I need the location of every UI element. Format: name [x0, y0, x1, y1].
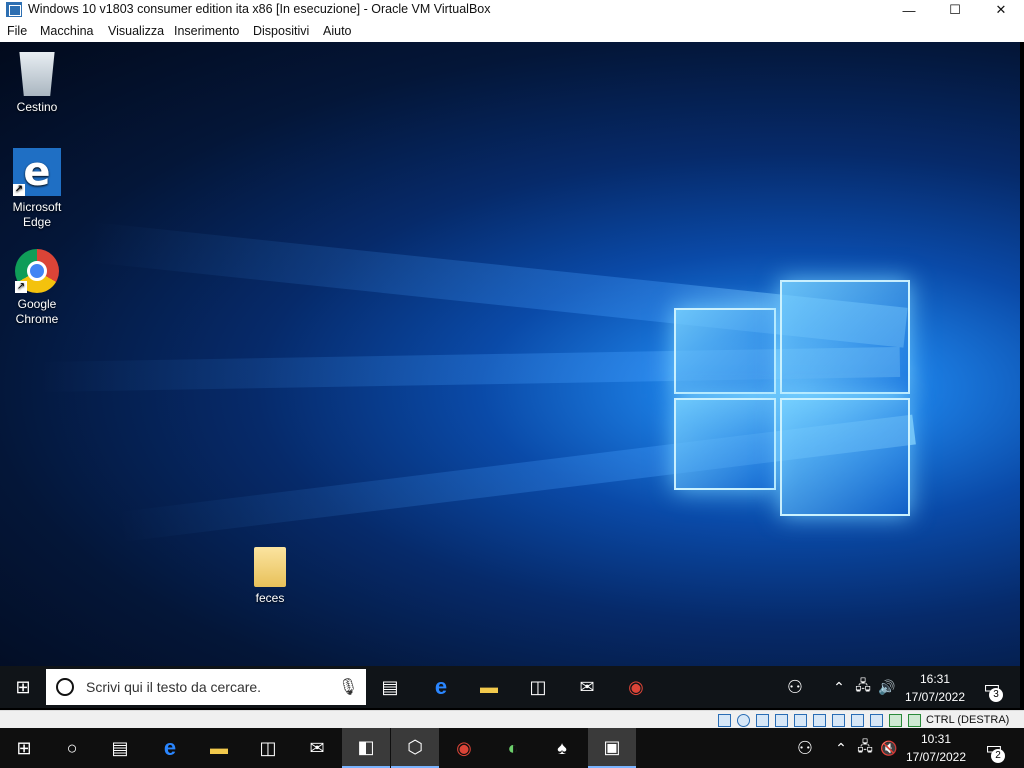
chrome-icon[interactable]: ◉ [613, 666, 659, 708]
edge-icon: e ↗ [13, 148, 61, 196]
guest-clock-time[interactable]: 16:31 [903, 672, 967, 686]
people-icon[interactable]: ⚇ [780, 666, 810, 708]
menu-inserimento[interactable]: Inserimento [174, 24, 239, 38]
mail-icon[interactable]: ✉ [564, 666, 610, 708]
chrome-icon: ↗ [15, 249, 59, 293]
menu-file[interactable]: File [7, 24, 27, 38]
task-view-icon[interactable]: ▤ [96, 728, 144, 768]
menu-aiuto[interactable]: Aiuto [323, 24, 352, 38]
start-icon[interactable]: ⊞ [0, 728, 48, 768]
keyboard-capture-icon[interactable] [908, 714, 921, 727]
menu-visualizza[interactable]: Visualizza [108, 24, 164, 38]
shortcut-arrow-icon: ↗ [13, 184, 25, 196]
recycle-bin-icon [19, 52, 55, 96]
desktop-icon-recycle-bin[interactable]: Cestino [2, 52, 72, 115]
shared-folders-icon[interactable] [813, 714, 826, 727]
maximize-button[interactable]: ☐ [932, 0, 978, 20]
menu-dispositivi[interactable]: Dispositivi [253, 24, 309, 38]
virtualbox-manager-icon[interactable]: ◧ [342, 728, 390, 768]
desktop-icon-label: Cestino [16, 100, 58, 114]
host-key-label: CTRL (DESTRA) [926, 714, 1010, 726]
notification-badge: 2 [991, 749, 1005, 763]
desktop-icon-chrome[interactable]: ↗ Google Chrome [2, 249, 72, 327]
network-icon[interactable]: 🖧 [851, 666, 875, 708]
desktop-icon-folder[interactable]: feces [235, 547, 305, 606]
vm-screen[interactable]: Cestino e ↗ Microsoft Edge ↗ Google Chrom… [0, 42, 1020, 708]
microphone-icon[interactable]: 🎙 [338, 677, 358, 697]
file-explorer-icon[interactable]: ▬ [195, 728, 243, 768]
file-explorer-icon[interactable]: ▬ [466, 666, 512, 708]
virtualbox-app-icon [6, 2, 22, 17]
desktop-icon-label: feces [255, 591, 285, 605]
edge-icon[interactable]: e [418, 666, 464, 708]
search-box[interactable]: Scrivi qui il testo da cercare. 🎙 [46, 669, 366, 705]
task-view-icon[interactable]: ▤ [367, 666, 413, 708]
store-icon[interactable]: ◫ [515, 666, 561, 708]
minimize-button[interactable]: — [886, 0, 932, 20]
edge-icon[interactable]: e [146, 728, 194, 768]
chevron-up-icon[interactable]: ⌃ [826, 666, 852, 708]
shortcut-arrow-icon: ↗ [15, 281, 27, 293]
usb-icon[interactable] [794, 714, 807, 727]
folder-icon [254, 547, 286, 587]
desktop-icon-label: Google Chrome [15, 297, 59, 326]
volume-muted-icon[interactable]: 🔇 [877, 728, 901, 768]
audio-icon[interactable] [756, 714, 769, 727]
store-icon[interactable]: ◫ [244, 728, 292, 768]
start-button[interactable]: ⊞ [0, 666, 46, 708]
cortana-icon[interactable]: ○ [48, 728, 96, 768]
menu-macchina[interactable]: Macchina [40, 24, 94, 38]
optical-drive-icon[interactable] [737, 714, 750, 727]
solitaire-icon[interactable]: ♠ [538, 728, 586, 768]
title-bar: Windows 10 v1803 consumer edition ita x8… [0, 0, 1024, 20]
menu-bar: File Macchina Visualizza Inserimento Dis… [0, 20, 1024, 42]
host-taskbar: ⊞ ○ ▤ e ▬ ◫ ✉ ◧ ⬡ ◉ ◐ ♠ ▣ ⚇ ⌃ 🖧 🔇 10:31 … [0, 728, 1024, 768]
mail-icon[interactable]: ✉ [293, 728, 341, 768]
desktop-icon-edge[interactable]: e ↗ Microsoft Edge [2, 148, 72, 230]
cortana-icon [56, 678, 74, 696]
hard-disk-icon[interactable] [718, 714, 731, 727]
network-app-icon[interactable]: ◐ [489, 728, 537, 768]
guest-taskbar: ⊞ Scrivi qui il testo da cercare. 🎙 ▤ e … [0, 666, 1020, 708]
host-clock-date[interactable]: 17/07/2022 [904, 750, 968, 764]
notification-badge: 3 [989, 688, 1003, 702]
action-center-icon[interactable]: ▭ [972, 666, 1012, 708]
window-title: Windows 10 v1803 consumer edition ita x8… [28, 2, 491, 16]
virtualbox-icon[interactable]: ⬡ [391, 728, 439, 768]
guest-clock-date[interactable]: 17/07/2022 [903, 690, 967, 704]
volume-icon[interactable]: 🔊 [875, 666, 899, 708]
network-adapter-icon[interactable] [775, 714, 788, 727]
close-button[interactable]: ✕ [978, 0, 1024, 20]
chevron-up-icon[interactable]: ⌃ [828, 728, 854, 768]
mouse-integration-icon[interactable] [889, 714, 902, 727]
search-placeholder: Scrivi qui il testo da cercare. [86, 679, 262, 695]
network-icon[interactable]: 🖧 [853, 728, 877, 768]
guest-additions-icon[interactable] [870, 714, 883, 727]
host-clock-time[interactable]: 10:31 [904, 732, 968, 746]
desktop-icon-label: Microsoft Edge [12, 200, 62, 229]
chrome-icon[interactable]: ◉ [440, 728, 488, 768]
video-capture-icon[interactable] [851, 714, 864, 727]
people-icon[interactable]: ⚇ [790, 728, 820, 768]
display-icon[interactable] [832, 714, 845, 727]
vm-window-icon[interactable]: ▣ [588, 728, 636, 768]
